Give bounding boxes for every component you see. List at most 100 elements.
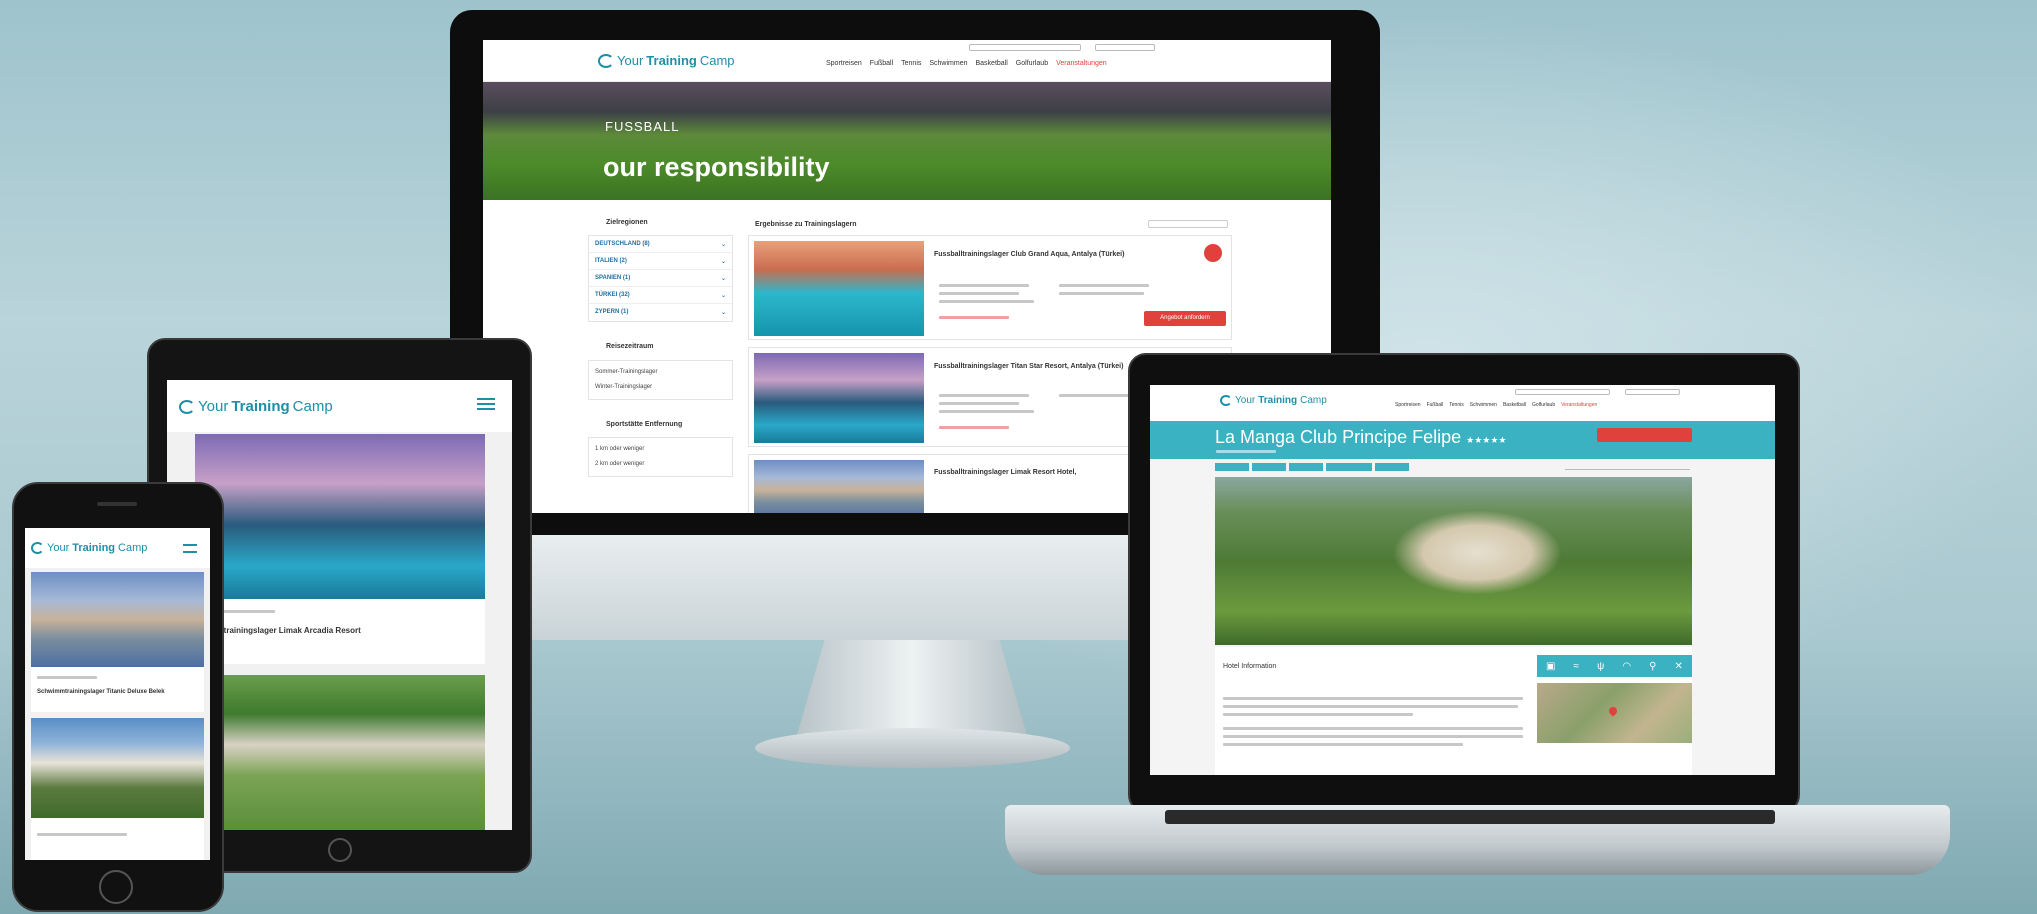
nav-fussball[interactable]: Fußball [870, 60, 893, 67]
nav-schwimmen[interactable]: Schwimmen [929, 60, 967, 67]
region-item[interactable]: TÜRKEI (32) ⌄ [589, 287, 732, 304]
result-card[interactable]: Fussballtrainingslager Club Grand Aqua, … [748, 235, 1232, 340]
checkbox-winter[interactable]: Winter-Trainingslager [595, 380, 726, 395]
tablet-card[interactable]: ballbtrainingslager Limak Arcadia Resort [195, 434, 485, 664]
region-item[interactable]: ITALIEN (2) ⌄ [589, 253, 732, 270]
amenity-bar: ▣ ≈ ψ ◠ ⚲ ✕ [1537, 655, 1692, 677]
angebot-button[interactable]: Angebot anfordern [1144, 311, 1226, 326]
phone-card[interactable] [31, 718, 204, 860]
nav-basketball[interactable]: Basketball [976, 60, 1008, 67]
nav-basketball[interactable]: Basketball [1503, 402, 1526, 408]
hotel-info-title: Hotel Information [1223, 663, 1277, 670]
card-title[interactable]: ballbtrainingslager Limak Arcadia Resort [205, 626, 361, 635]
result-image [754, 460, 924, 513]
logo-prefix: Your [198, 398, 229, 415]
desktop-stand-neck [797, 640, 1027, 735]
logo-strong: Training [646, 53, 697, 68]
card-image [31, 572, 204, 667]
tablet-home-button[interactable] [328, 838, 352, 862]
logo-suffix: Camp [1300, 395, 1327, 406]
logo-suffix: Camp [292, 398, 333, 415]
hotel-amenity-icon: ▣ [1546, 660, 1556, 672]
checkbox-sommer[interactable]: Sommer-Trainingslager [595, 365, 726, 380]
tab[interactable] [1289, 463, 1323, 471]
tab[interactable] [1326, 463, 1372, 471]
card-image [31, 718, 204, 818]
hero-title: our responsibility [603, 152, 830, 182]
tab[interactable] [1215, 463, 1249, 471]
nav-veranstaltungen[interactable]: Veranstaltungen [1561, 402, 1597, 408]
logo-globe-icon [598, 53, 614, 68]
result-title[interactable]: Fussballtrainingslager Club Grand Aqua, … [934, 250, 1134, 259]
location-map[interactable] [1537, 683, 1692, 743]
restaurant-amenity-icon: ψ [1597, 660, 1605, 672]
card-image [195, 675, 485, 830]
hamburger-icon[interactable] [477, 398, 495, 410]
logo-strong: Training [72, 542, 116, 554]
chevron-down-icon: ⌄ [720, 242, 726, 248]
logo-globe-icon [1220, 395, 1232, 406]
chevron-down-icon: ⌄ [720, 293, 726, 299]
hero-small-label: FUSSBALL [605, 119, 680, 134]
chevron-down-icon: ⌄ [720, 259, 726, 265]
result-image [754, 241, 924, 336]
phone-speaker [97, 502, 137, 506]
phone-contact[interactable] [1565, 463, 1690, 470]
laptop-header: Your Training Camp Sportreisen Fußball Ten… [1150, 385, 1775, 421]
entfernung-title: Sportstätte Entfernung [606, 421, 683, 428]
laptop-topbar-login[interactable] [1625, 389, 1680, 395]
hotel-cta-button[interactable] [1597, 428, 1692, 442]
hotel-image [1215, 477, 1692, 645]
reisezeitraum-title: Reisezeitraum [606, 343, 654, 350]
tab[interactable] [1375, 463, 1409, 471]
phone-card[interactable]: Schwimmtrainingslager Titanic Deluxe Bel… [31, 572, 204, 712]
desktop-topbar-login[interactable] [1095, 44, 1155, 51]
result-title[interactable]: Fussballtrainingslager Titan Star Resort… [934, 362, 1134, 371]
logo-prefix: Your [1235, 395, 1256, 406]
nav-veranstaltungen[interactable]: Veranstaltungen [1056, 60, 1107, 67]
desktop-stand-base [755, 728, 1070, 768]
chevron-down-icon: ⌄ [720, 310, 726, 316]
laptop-topbar-search[interactable] [1515, 389, 1610, 395]
phone-header: Your Training Camp [25, 528, 210, 568]
logo-strong: Training [231, 398, 290, 415]
gym-amenity-icon: ⚲ [1649, 660, 1657, 672]
desktop-header: Your Training Camp Sportreisen Fußball Ten… [483, 40, 1331, 82]
laptop-keyboard [1165, 810, 1775, 824]
nav-tennis[interactable]: Tennis [901, 60, 921, 67]
desktop-logo[interactable]: Your Training Camp [598, 53, 735, 68]
phone-logo[interactable]: Your Training Camp [31, 542, 147, 554]
logo-suffix: Camp [118, 542, 148, 554]
tablet-card[interactable] [195, 675, 485, 830]
phone-home-button[interactable] [99, 870, 133, 904]
phone-screen: Your Training Camp Schwimmtrainingslager T… [25, 528, 210, 860]
nav-sportreisen[interactable]: Sportreisen [826, 60, 862, 67]
nav-fussball[interactable]: Fußball [1427, 402, 1444, 408]
region-item[interactable]: SPANIEN (1) ⌄ [589, 270, 732, 287]
entfernung-list: 1 km oder weniger 2 km oder weniger [588, 437, 733, 477]
nav-schwimmen[interactable]: Schwimmen [1470, 402, 1497, 408]
laptop-logo[interactable]: Your Training Camp [1220, 395, 1327, 406]
desktop-hero: FUSSBALL our responsibility [483, 82, 1331, 200]
nav-sportreisen[interactable]: Sportreisen [1395, 402, 1421, 408]
checkbox-2km[interactable]: 2 km oder weniger [595, 457, 726, 472]
nav-golfurlaub[interactable]: Golfurlaub [1016, 60, 1048, 67]
checkbox-1km[interactable]: 1 km oder weniger [595, 442, 726, 457]
logo-prefix: Your [617, 53, 644, 68]
nav-golfurlaub[interactable]: Golfurlaub [1532, 402, 1555, 408]
region-item[interactable]: DEUTSCHLAND (8) ⌄ [589, 236, 732, 253]
logo-suffix: Camp [699, 53, 735, 68]
chevron-down-icon: ⌄ [720, 276, 726, 282]
pool-amenity-icon: ≈ [1573, 660, 1580, 672]
region-item[interactable]: ZYPERN (1) ⌄ [589, 304, 732, 321]
award-icon [1204, 244, 1222, 262]
tab[interactable] [1252, 463, 1286, 471]
hamburger-icon[interactable] [183, 544, 197, 553]
tablet-logo[interactable]: Your Training Camp [179, 398, 333, 415]
card-title[interactable]: Schwimmtrainingslager Titanic Deluxe Bel… [37, 688, 197, 696]
hotel-stars: ★★★★★ [1466, 435, 1507, 445]
region-list: DEUTSCHLAND (8) ⌄ ITALIEN (2) ⌄ SPANIEN (1… [588, 235, 733, 322]
nav-tennis[interactable]: Tennis [1449, 402, 1463, 408]
laptop-title-bar: La Manga Club Principe Felipe ★★★★★ [1150, 421, 1775, 459]
desktop-topbar-search[interactable] [969, 44, 1081, 51]
